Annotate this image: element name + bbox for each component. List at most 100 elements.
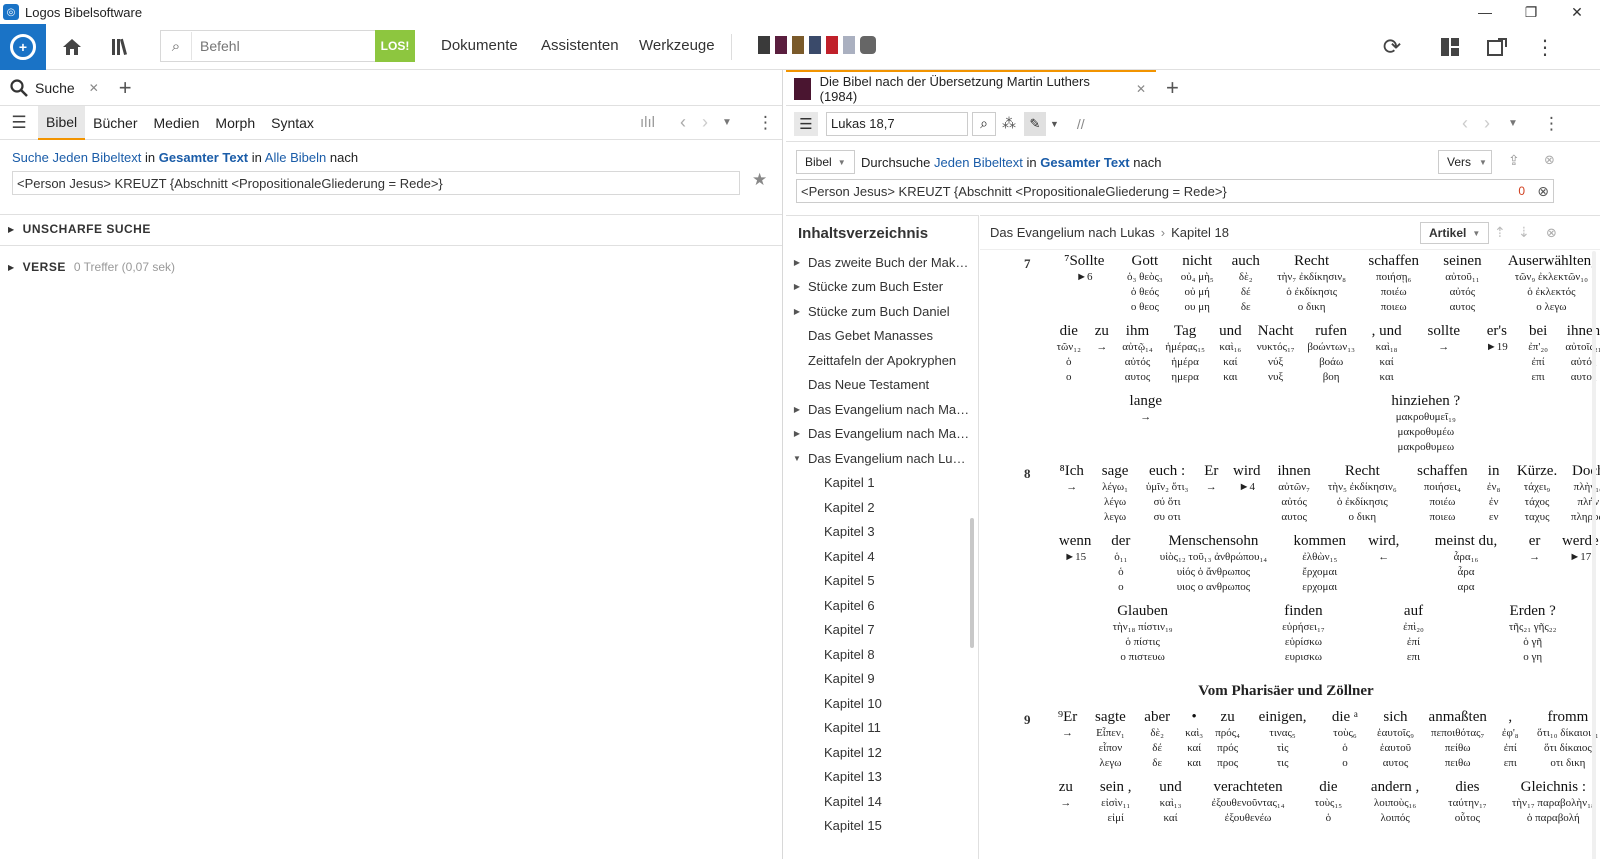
- article-dropdown[interactable]: Artikel ▼: [1420, 222, 1490, 244]
- interlinear-dropdown-icon[interactable]: ▼: [1050, 119, 1059, 129]
- tab-search[interactable]: Suche ✕: [0, 70, 109, 106]
- interlinear-word[interactable]: Auserwählten, τῶν₉ ἐκλεκτῶν₁₀ ὁ ἐκλεκτός ο …: [1493, 253, 1600, 315]
- interlinear-word[interactable]: lange →: [1050, 393, 1242, 455]
- tab-media[interactable]: Medien: [146, 106, 208, 140]
- layouts-icon[interactable]: [1438, 36, 1462, 58]
- toc-item[interactable]: ▶ Das zweite Buch der Mak…: [786, 250, 978, 275]
- toc-item[interactable]: Das Neue Testament: [786, 373, 978, 398]
- toc-item[interactable]: Zeittafeln der Apokryphen: [786, 348, 978, 373]
- menu-icon[interactable]: ☰: [0, 113, 38, 133]
- interlinear-word[interactable]: • καὶ₃ καί και: [1179, 709, 1210, 771]
- interlinear-word[interactable]: ⁹Er →: [1050, 709, 1085, 771]
- command-input[interactable]: [191, 32, 371, 60]
- library-icon[interactable]: [110, 36, 134, 58]
- interlinear-word[interactable]: die τῶν₁₂ ὁ ο: [1050, 323, 1088, 385]
- toc-item[interactable]: Kapitel 4: [786, 544, 978, 569]
- interlinear-word[interactable]: auf ἐπὶ₂₀ ἐπί επι: [1372, 603, 1456, 665]
- toc-item[interactable]: Kapitel 9: [786, 667, 978, 692]
- menu-tools[interactable]: Werkzeuge: [639, 37, 715, 54]
- home-icon[interactable]: [60, 36, 84, 58]
- go-button[interactable]: LOS!: [375, 30, 415, 62]
- toc-item[interactable]: Kapitel 5: [786, 569, 978, 594]
- interlinear-word[interactable]: einigen, τινας₅ τὶς τις: [1246, 709, 1320, 771]
- history-dropdown-icon[interactable]: ▼: [722, 117, 732, 128]
- breadcrumb-chapter[interactable]: Kapitel 18: [1171, 225, 1229, 240]
- interlinear-word[interactable]: sein , εἰσὶν₁₁ εἰμί: [1082, 779, 1150, 841]
- interlinear-word[interactable]: sagte Εἶπεν₁ εἶπον λεγω: [1085, 709, 1136, 771]
- interlinear-word[interactable]: ihnen αὐτῶν₇ αὐτός αυτος: [1268, 463, 1319, 525]
- interlinear-word[interactable]: wenn ►15: [1050, 533, 1100, 595]
- panel-menu-icon[interactable]: ⋮: [757, 113, 774, 133]
- toc-item[interactable]: Kapitel 14: [786, 789, 978, 814]
- toc-item[interactable]: Kapitel 8: [786, 642, 978, 667]
- interlinear-word[interactable]: schaffen ποιήσει₄ ποιέω ποιεω: [1405, 463, 1480, 525]
- back-icon[interactable]: ‹: [680, 112, 686, 133]
- interlinear-word[interactable]: ⁷Sollte ►6: [1050, 253, 1119, 315]
- toc-item[interactable]: Kapitel 3: [786, 520, 978, 545]
- toc-item[interactable]: Kapitel 10: [786, 691, 978, 716]
- interlinear-word[interactable]: zu πρός₄ πρός προς: [1210, 709, 1246, 771]
- interlinear-word[interactable]: andern , λοιποὺς₁₆ λοιπός: [1352, 779, 1438, 841]
- history-dropdown-icon[interactable]: ▼: [1508, 118, 1518, 129]
- interlinear-word[interactable]: Nacht νυκτός₁₇ νύξ νυξ: [1249, 323, 1302, 385]
- interlinear-word[interactable]: hinziehen ? μακροθυμεῖ₁₉ μακροθυμέω μακροθυ…: [1242, 393, 1600, 455]
- verses-section[interactable]: ▶ VERSE 0 Treffer (0,07 sek): [0, 260, 175, 274]
- interlinear-word[interactable]: die τοὺς₁₅ ὁ: [1305, 779, 1352, 841]
- minimize-button[interactable]: —: [1462, 0, 1508, 24]
- bible-scope-dropdown[interactable]: Bibel ▼: [796, 150, 855, 174]
- reference-input[interactable]: Lukas 18,7: [826, 111, 968, 136]
- arrow-down-icon[interactable]: ⇣: [1518, 224, 1530, 241]
- interlinear-word[interactable]: Erden ? τῆς₂₁ γῆς₂₂ ὁ γῆ ο γη: [1455, 603, 1600, 665]
- new-window-icon[interactable]: [1485, 36, 1509, 58]
- interlinear-word[interactable]: Gleichnis : τὴν₁₇ παραβολὴν₁₈ ὁ παραβολή: [1497, 779, 1600, 841]
- interlinear-word[interactable]: nicht οὐ₄ μὴ₅ οὐ μή ου μη: [1171, 253, 1224, 315]
- interlinear-word[interactable]: , ἐφ'₈ ἐπί επι: [1495, 709, 1526, 771]
- toc-item[interactable]: Kapitel 15: [786, 814, 978, 839]
- add-tab-button[interactable]: +: [1166, 75, 1179, 101]
- interlinear-word[interactable]: ihm αὐτῷ₁₄ αὐτός αυτος: [1116, 323, 1159, 385]
- parallel-icon[interactable]: //: [1077, 116, 1085, 132]
- toc-item[interactable]: Kapitel 7: [786, 618, 978, 643]
- toc-item[interactable]: ▶ Das Evangelium nach Ma…: [786, 422, 978, 447]
- tab-morph[interactable]: Morph: [207, 106, 263, 140]
- interlinear-word[interactable]: sich ἑαυτοῖς₉ ἑαυτοῦ αυτος: [1370, 709, 1420, 771]
- inline-query-input[interactable]: <Person Jesus> KREUZT {Abschnitt <Propos…: [796, 179, 1554, 203]
- tab-luther-bible[interactable]: Die Bibel nach der Übersetzung Martin Lu…: [786, 69, 1156, 106]
- toc-item[interactable]: Kapitel 2: [786, 495, 978, 520]
- interlinear-word[interactable]: Recht τὴν₅ ἐκδίκησιν₆ ὁ ἐκδίκησις ο δικη: [1320, 463, 1405, 525]
- search-scope-link[interactable]: Jeden Bibeltext: [53, 150, 142, 165]
- reader-scrollbar-track[interactable]: [1592, 251, 1596, 859]
- tab-syntax[interactable]: Syntax: [263, 106, 322, 140]
- forward-icon[interactable]: ›: [702, 112, 708, 133]
- tab-bible[interactable]: Bibel: [38, 105, 86, 140]
- interlinear-word[interactable]: fromm ὅτι₁₀ δίκαιοι₁₁ ὅτι δίκαιος οτι δικη: [1526, 709, 1600, 771]
- toc-item[interactable]: ▶ Stücke zum Buch Ester: [786, 275, 978, 300]
- star-icon[interactable]: ★: [752, 170, 767, 190]
- logos-menu-button[interactable]: +: [0, 24, 46, 70]
- tab-close-button[interactable]: ✕: [89, 81, 99, 95]
- interlinear-word[interactable]: anmaßten πεποιθότας₇ πείθω πειθω: [1421, 709, 1495, 771]
- interlinear-word[interactable]: seinen αὐτοῦ₁₁ αὐτός αυτος: [1432, 253, 1493, 315]
- close-article-icon[interactable]: ⊗: [1546, 225, 1557, 241]
- arrow-up-icon[interactable]: ⇡: [1494, 224, 1506, 241]
- clear-icon[interactable]: ⊗: [1537, 183, 1549, 200]
- interlinear-word[interactable]: wird ►4: [1225, 463, 1268, 525]
- interlinear-word[interactable]: sollte →: [1413, 323, 1474, 385]
- toc-item[interactable]: ▶ Stücke zum Buch Daniel: [786, 299, 978, 324]
- breadcrumb-book[interactable]: Das Evangelium nach Lukas: [990, 225, 1155, 240]
- search-query-input[interactable]: <Person Jesus> KREUZT {Abschnitt <Propos…: [12, 171, 740, 195]
- back-icon[interactable]: ‹: [1462, 113, 1468, 134]
- add-tab-button[interactable]: +: [119, 75, 132, 101]
- sync-icon[interactable]: ⟳: [1380, 34, 1404, 59]
- interlinear-word[interactable]: Recht τὴν₇ ἐκδίκησιν₈ ὁ ἐκδίκησις ο δικη: [1268, 253, 1355, 315]
- interlinear-word[interactable]: und καὶ₁₆ καί και: [1212, 323, 1250, 385]
- close-search-icon[interactable]: ⊗: [1544, 152, 1555, 168]
- resource-group-icon[interactable]: [860, 36, 876, 54]
- interlinear-word[interactable]: Kürze. τάχει₉ τάχος ταχυς: [1507, 463, 1566, 525]
- toc-item[interactable]: Kapitel 6: [786, 593, 978, 618]
- vers-dropdown[interactable]: Vers ▼: [1438, 150, 1492, 174]
- interlinear-word[interactable]: und καὶ₁₃ καί: [1150, 779, 1192, 841]
- fuzzy-search-section[interactable]: ▶ UNSCHARFE SUCHE: [0, 222, 151, 236]
- interlinear-word[interactable]: die ᵃ τοὺς₆ ὁ ο: [1320, 709, 1371, 771]
- toc-item[interactable]: ▼ Das Evangelium nach Lu…: [786, 446, 978, 471]
